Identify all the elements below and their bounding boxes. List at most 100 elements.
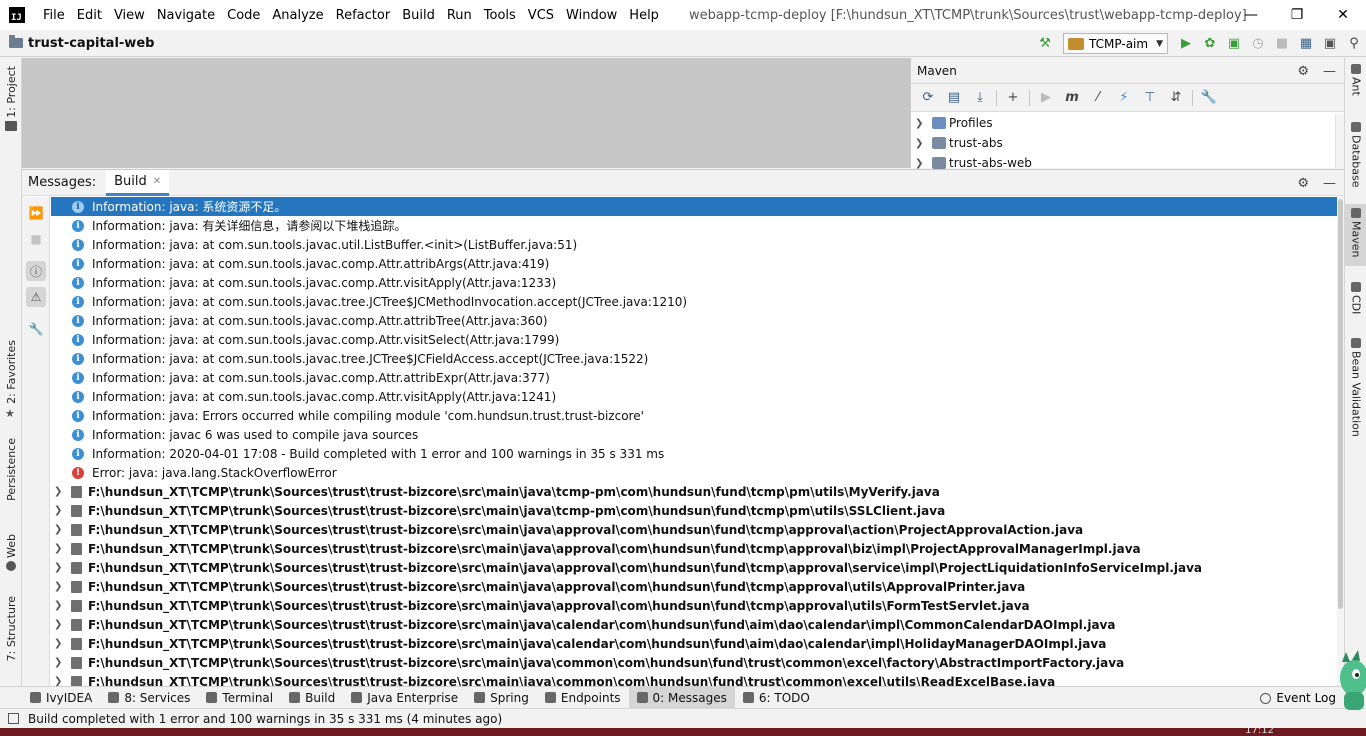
skip-tests-icon[interactable]: ⚡: [1111, 87, 1137, 109]
maven-tree-item[interactable]: ❯ Profiles: [911, 113, 1344, 133]
reload-icon[interactable]: ⟳: [915, 87, 941, 109]
tab-maven[interactable]: Maven: [1345, 204, 1366, 266]
chevron-right-icon[interactable]: ❯: [54, 562, 68, 573]
run-configuration-select[interactable]: TCMP-aim ▼: [1063, 33, 1168, 54]
info-message-row[interactable]: i Information: javac 6 was used to compil…: [51, 425, 1337, 444]
restore-button[interactable]: ❐: [1274, 0, 1320, 30]
menu-navigate[interactable]: Navigate: [151, 0, 221, 30]
chevron-right-icon[interactable]: ❯: [54, 505, 68, 516]
menu-file[interactable]: File: [37, 0, 71, 30]
status-message[interactable]: Build completed with 1 error and 100 war…: [28, 712, 502, 726]
wrench-icon[interactable]: 🔧: [26, 319, 46, 339]
info-message-row[interactable]: i Information: java: at com.sun.tools.jav…: [51, 292, 1337, 311]
tool-window-tab[interactable]: Java Enterprise: [343, 687, 466, 709]
menu-code[interactable]: Code: [221, 0, 266, 30]
hide-panel-icon[interactable]: —: [1323, 64, 1336, 79]
build-hammer-icon[interactable]: ⚒: [1033, 32, 1057, 56]
menu-build[interactable]: Build: [396, 0, 441, 30]
file-message-group[interactable]: ❯ F:\hundsun_XT\TCMP\trunk\Sources\trust\…: [51, 615, 1337, 634]
debug-icon[interactable]: ✿: [1198, 32, 1222, 56]
file-message-group[interactable]: ❯ F:\hundsun_XT\TCMP\trunk\Sources\trust\…: [51, 520, 1337, 539]
tab-persistence[interactable]: Persistence: [0, 438, 22, 501]
run-icon[interactable]: ▶: [1174, 32, 1198, 56]
minimize-button[interactable]: —: [1228, 0, 1274, 30]
info-message-row[interactable]: i Information: java: 系统资源不足。: [51, 197, 1337, 216]
tab-bean-validation[interactable]: Bean Validation: [1345, 338, 1366, 437]
tool-window-tab[interactable]: 0: Messages: [628, 686, 735, 709]
file-message-group[interactable]: ❯ F:\hundsun_XT\TCMP\trunk\Sources\trust\…: [51, 482, 1337, 501]
tool-window-tab[interactable]: IvyIDEA: [22, 687, 100, 709]
generate-sources-icon[interactable]: ▤: [941, 87, 967, 109]
info-message-row[interactable]: i Information: java: at com.sun.tools.jav…: [51, 368, 1337, 387]
tool-window-tab[interactable]: Spring: [466, 687, 537, 709]
info-message-row[interactable]: i Information: java: at com.sun.tools.jav…: [51, 330, 1337, 349]
menu-window[interactable]: Window: [560, 0, 623, 30]
gear-icon[interactable]: ⚙: [1297, 176, 1309, 191]
tab-structure[interactable]: 7: Structure: [0, 596, 22, 661]
tool-window-tab[interactable]: Build: [281, 687, 343, 709]
file-message-group[interactable]: ❯ F:\hundsun_XT\TCMP\trunk\Sources\trust\…: [51, 539, 1337, 558]
menu-help[interactable]: Help: [623, 0, 665, 30]
tool-window-tab[interactable]: Terminal: [198, 687, 281, 709]
tool-window-tab[interactable]: 6: TODO: [735, 687, 818, 709]
chevron-right-icon[interactable]: ❯: [54, 638, 68, 649]
tab-cdi[interactable]: CDI: [1345, 282, 1366, 314]
info-message-row[interactable]: i Information: java: at com.sun.tools.jav…: [51, 235, 1337, 254]
tab-web[interactable]: Web: [0, 534, 22, 571]
stop-icon[interactable]: ■: [1270, 32, 1294, 56]
info-message-row[interactable]: i Information: java: 有关详细信息，请参阅以下堆栈追踪。: [51, 216, 1337, 235]
menu-view[interactable]: View: [108, 0, 151, 30]
add-icon[interactable]: +: [1000, 87, 1026, 109]
file-message-group[interactable]: ❯ F:\hundsun_XT\TCMP\trunk\Sources\trust\…: [51, 577, 1337, 596]
menu-analyze[interactable]: Analyze: [266, 0, 329, 30]
show-warnings-icon[interactable]: ⚠: [26, 287, 46, 307]
stop-icon[interactable]: ■: [26, 229, 46, 249]
file-message-group[interactable]: ❯ F:\hundsun_XT\TCMP\trunk\Sources\trust\…: [51, 501, 1337, 520]
menu-edit[interactable]: Edit: [71, 0, 108, 30]
info-message-row[interactable]: i Information: java: at com.sun.tools.jav…: [51, 387, 1337, 406]
info-message-row[interactable]: i Information: java: at com.sun.tools.jav…: [51, 349, 1337, 368]
tool-window-tab[interactable]: Endpoints: [537, 687, 629, 709]
error-message-row[interactable]: ! Error: java: java.lang.StackOverflowErr…: [51, 463, 1337, 482]
execute-goal-icon[interactable]: m: [1059, 87, 1085, 109]
layout-icon[interactable]: ▣: [1318, 32, 1342, 56]
run-maven-icon[interactable]: ▶: [1033, 87, 1059, 109]
tab-project[interactable]: 1: Project: [0, 66, 22, 131]
toggle-tool-windows-icon[interactable]: [8, 713, 19, 724]
profile-icon[interactable]: ◷: [1246, 32, 1270, 56]
menu-tools[interactable]: Tools: [478, 0, 522, 30]
event-log-tab[interactable]: Event Log: [1260, 687, 1336, 709]
chevron-right-icon[interactable]: ❯: [54, 524, 68, 535]
info-message-row[interactable]: i Information: java: at com.sun.tools.jav…: [51, 311, 1337, 330]
info-message-row[interactable]: i Information: java: at com.sun.tools.jav…: [51, 273, 1337, 292]
chevron-right-icon[interactable]: ❯: [54, 543, 68, 554]
project-structure-icon[interactable]: ▦: [1294, 32, 1318, 56]
maven-scrollbar[interactable]: [1335, 114, 1344, 168]
project-breadcrumb[interactable]: trust-capital-web: [9, 35, 154, 51]
file-message-group[interactable]: ❯ F:\hundsun_XT\TCMP\trunk\Sources\trust\…: [51, 634, 1337, 653]
chevron-right-icon[interactable]: ❯: [54, 619, 68, 630]
file-message-group[interactable]: ❯ F:\hundsun_XT\TCMP\trunk\Sources\trust\…: [51, 653, 1337, 672]
tab-ant[interactable]: Ant: [1345, 64, 1366, 96]
menu-run[interactable]: Run: [441, 0, 478, 30]
tab-favorites[interactable]: 2: Favorites ★: [0, 340, 22, 420]
maven-tree-item[interactable]: ❯ trust-abs: [911, 133, 1344, 153]
file-message-group[interactable]: ❯ F:\hundsun_XT\TCMP\trunk\Sources\trust\…: [51, 558, 1337, 577]
chevron-right-icon[interactable]: ❯: [54, 581, 68, 592]
rerun-icon[interactable]: ⏩: [26, 203, 46, 223]
wrench-icon[interactable]: 🔧: [1196, 87, 1222, 109]
chevron-right-icon[interactable]: ❯: [54, 657, 68, 668]
chevron-right-icon[interactable]: ❯: [54, 486, 68, 497]
show-info-icon[interactable]: ⓘ: [26, 261, 46, 281]
file-message-group[interactable]: ❯ F:\hundsun_XT\TCMP\trunk\Sources\trust\…: [51, 672, 1337, 687]
messages-scrollbar[interactable]: [1337, 197, 1344, 687]
tool-window-tab[interactable]: 8: Services: [100, 687, 198, 709]
editor-area[interactable]: [22, 58, 910, 168]
gear-icon[interactable]: ⚙: [1297, 64, 1309, 79]
info-message-row[interactable]: i Information: java: at com.sun.tools.jav…: [51, 254, 1337, 273]
close-window-button[interactable]: ✕: [1320, 0, 1366, 30]
info-message-row[interactable]: i Information: java: Errors occurred whil…: [51, 406, 1337, 425]
mascot-plugin-icon[interactable]: [1334, 648, 1366, 712]
download-icon[interactable]: ⤓: [967, 87, 993, 109]
collapse-all-icon[interactable]: ⇵: [1163, 87, 1189, 109]
